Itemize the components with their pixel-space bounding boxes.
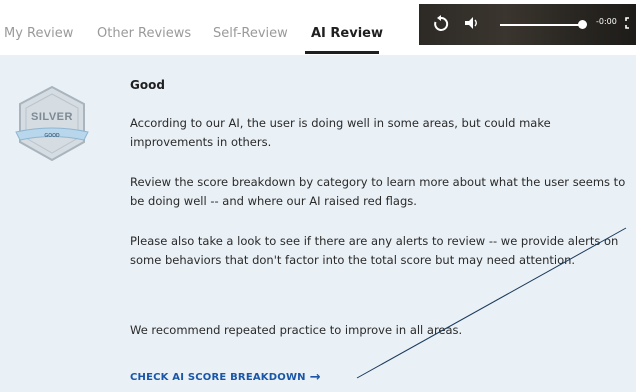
- tab-ai-review[interactable]: AI Review: [311, 26, 383, 41]
- ai-review-page: My Review Other Reviews Self-Review AI R…: [0, 0, 636, 392]
- arrow-right-icon: →: [309, 370, 321, 385]
- active-tab-indicator: [305, 51, 379, 54]
- review-paragraph-4: We recommend repeated practice to improv…: [130, 323, 463, 337]
- badge-tier: SILVER: [31, 111, 73, 123]
- cta-label: CHECK AI SCORE BREAKDOWN: [130, 372, 306, 383]
- tab-my-review[interactable]: My Review: [4, 26, 73, 41]
- badge-ribbon: GOOD: [44, 133, 60, 139]
- review-paragraph-3: Please also take a look to see if there …: [130, 234, 619, 267]
- silver-good-badge-icon: SILVER GOOD: [15, 85, 89, 162]
- seek-bar[interactable]: [500, 24, 580, 26]
- replay-icon[interactable]: [433, 14, 449, 38]
- review-paragraph-2: Review the score breakdown by category t…: [130, 175, 626, 208]
- volume-icon[interactable]: [464, 14, 480, 38]
- review-heading: Good: [130, 78, 165, 92]
- seek-handle[interactable]: [578, 20, 587, 29]
- check-ai-score-breakdown-link[interactable]: CHECK AI SCORE BREAKDOWN →: [130, 370, 321, 385]
- video-player[interactable]: -0:00: [419, 4, 636, 45]
- review-paragraph-1: According to our AI, the user is doing w…: [130, 116, 551, 149]
- fullscreen-icon[interactable]: [625, 14, 636, 38]
- ai-review-panel: [0, 55, 636, 392]
- time-remaining: -0:00: [596, 17, 617, 26]
- tab-other-reviews[interactable]: Other Reviews: [97, 26, 191, 41]
- tab-self-review[interactable]: Self-Review: [213, 26, 288, 41]
